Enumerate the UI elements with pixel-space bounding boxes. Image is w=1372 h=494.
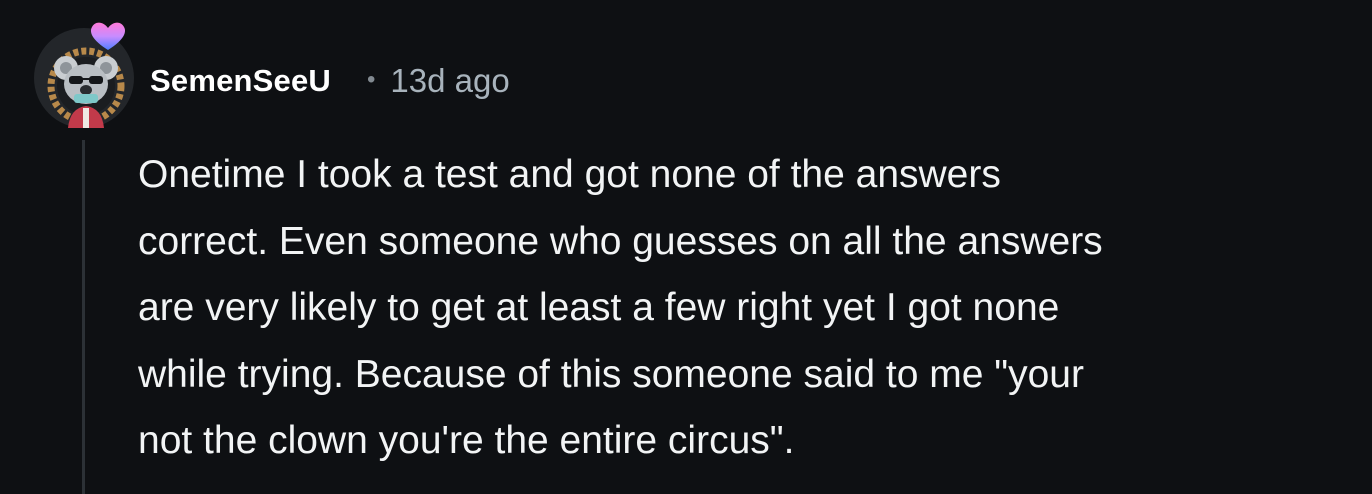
user-avatar[interactable] [34,22,134,128]
username-link[interactable]: SemenSeeU [150,63,331,99]
thread-line[interactable] [82,140,85,494]
timestamp[interactable]: 13d ago [390,62,509,100]
comment-meta: SemenSeeU • 13d ago [150,58,510,104]
comment: SemenSeeU • 13d ago Onetime I took a tes… [0,0,1372,494]
meta-separator: • [367,66,376,93]
comment-body: Onetime I took a test and got none of th… [138,153,1103,462]
heart-badge-icon [90,22,126,50]
